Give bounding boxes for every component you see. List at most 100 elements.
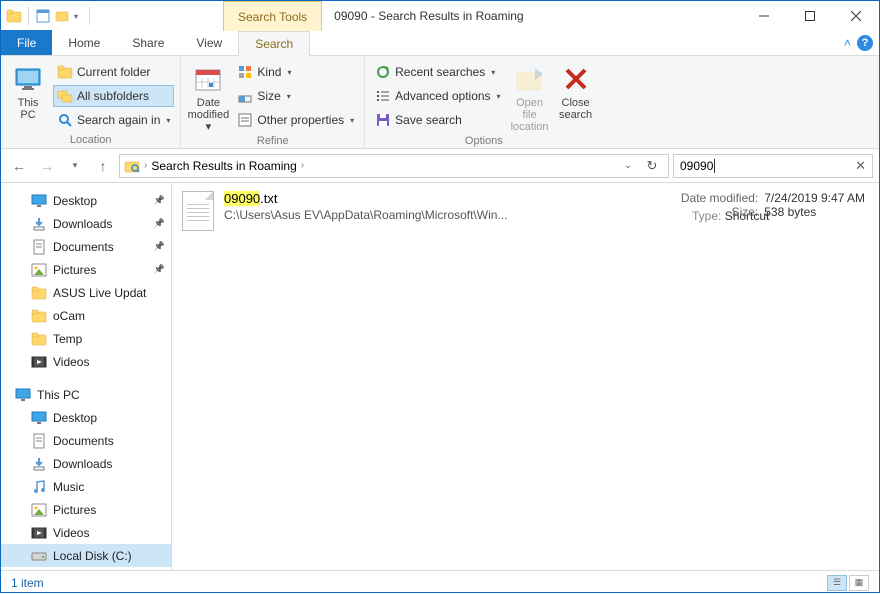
save-icon	[375, 112, 391, 128]
item-count: 1 item	[11, 576, 44, 590]
date-modified-button[interactable]: Date modified▾	[187, 59, 229, 133]
help-icon[interactable]: ?	[857, 35, 873, 51]
tab-view[interactable]: View	[180, 30, 238, 55]
search-input[interactable]: 09090 ✕	[673, 154, 873, 178]
chevron-down-icon: ▾	[491, 68, 495, 77]
tab-home[interactable]: Home	[52, 30, 116, 55]
tree-item[interactable]: Videos	[1, 521, 171, 544]
size-icon	[237, 88, 253, 104]
tree-item[interactable]: Desktop	[1, 189, 171, 212]
properties-icon	[237, 112, 253, 128]
result-metadata: Date modified:7/24/2019 9:47 AM Size:538…	[668, 191, 865, 219]
recent-searches-button[interactable]: Recent searches ▾	[371, 61, 504, 83]
results-pane[interactable]: 09090.txt C:\Users\Asus EV\AppData\Roami…	[172, 183, 879, 570]
address-bar[interactable]: › Search Results in Roaming › ⌄ ↻	[119, 154, 669, 178]
music-icon	[31, 479, 47, 495]
file-icon	[182, 191, 214, 231]
collapse-ribbon-icon[interactable]: ˄	[844, 36, 851, 50]
videos-icon	[31, 525, 47, 541]
size-button[interactable]: Size ▾	[233, 85, 358, 107]
monitor-icon	[12, 63, 44, 95]
tab-search[interactable]: Search	[238, 31, 310, 56]
qat-customize-dropdown[interactable]: ▾	[74, 12, 84, 21]
close-x-icon	[560, 63, 592, 95]
navigation-pane[interactable]: DesktopDownloadsDocumentsPicturesASUS Li…	[1, 183, 172, 570]
chevron-down-icon: ▾	[287, 68, 291, 77]
folder-icon	[31, 285, 47, 301]
explorer-icon[interactable]	[5, 7, 23, 25]
calendar-icon	[192, 63, 224, 95]
minimize-button[interactable]	[741, 1, 787, 31]
tree-item[interactable]: Videos	[1, 350, 171, 373]
drive-icon	[31, 548, 47, 564]
downloads-icon	[31, 216, 47, 232]
title-bar: ▾ Search Tools 09090 - Search Results in…	[1, 1, 879, 31]
quick-access-toolbar: ▾	[1, 1, 97, 31]
folder-arrow-icon	[514, 63, 546, 95]
tree-item-this-pc[interactable]: This PC	[1, 383, 171, 406]
current-folder-button[interactable]: Current folder	[53, 61, 174, 83]
kind-button[interactable]: Kind ▾	[233, 61, 358, 83]
tree-item[interactable]: Pictures	[1, 258, 171, 281]
search-location-icon	[124, 158, 140, 174]
kind-icon	[237, 64, 253, 80]
ribbon-right: ˄ ?	[844, 35, 873, 51]
this-pc-button[interactable]: This PC	[7, 59, 49, 132]
pictures-icon	[31, 502, 47, 518]
tree-item[interactable]: Local Disk (C:)	[1, 544, 171, 567]
view-toggles: ☰ ▦	[827, 575, 869, 591]
chevron-down-icon: ▾	[206, 121, 212, 133]
tree-item[interactable]: Downloads	[1, 452, 171, 475]
status-bar: 1 item ☰ ▦	[1, 570, 879, 594]
tab-share[interactable]: Share	[116, 30, 180, 55]
advanced-options-button[interactable]: Advanced options ▾	[371, 85, 504, 107]
search-icon	[57, 112, 73, 128]
videos-icon	[31, 354, 47, 370]
tab-file[interactable]: File	[1, 30, 52, 55]
group-label: Location	[7, 132, 174, 148]
context-tab-label: Search Tools	[223, 1, 322, 31]
forward-button: →	[35, 154, 59, 178]
details-view-button[interactable]: ☰	[827, 575, 847, 591]
window-controls	[741, 1, 879, 31]
navigation-bar: ← → ▾ ↑ › Search Results in Roaming › ⌄ …	[1, 149, 879, 183]
address-path: Search Results in Roaming	[151, 159, 296, 173]
recent-locations-dropdown[interactable]: ▾	[63, 154, 87, 178]
close-search-button[interactable]: Close search	[555, 59, 597, 133]
tree-item[interactable]: ASUS Live Updat	[1, 281, 171, 304]
back-button[interactable]: ←	[7, 154, 31, 178]
folder-icon	[57, 64, 73, 80]
refresh-button[interactable]: ↻	[640, 158, 664, 174]
maximize-button[interactable]	[787, 1, 833, 31]
tree-item[interactable]: Temp	[1, 327, 171, 350]
tree-item[interactable]: Documents	[1, 235, 171, 258]
all-subfolders-button[interactable]: All subfolders	[53, 85, 174, 107]
tree-item[interactable]: Desktop	[1, 406, 171, 429]
new-folder-icon[interactable]	[54, 7, 72, 25]
tree-item[interactable]: Music	[1, 475, 171, 498]
save-search-button[interactable]: Save search	[371, 109, 504, 131]
properties-icon[interactable]	[34, 7, 52, 25]
clear-search-icon[interactable]: ✕	[855, 158, 866, 174]
address-dropdown[interactable]: ⌄	[620, 160, 636, 171]
separator	[28, 7, 29, 25]
up-button[interactable]: ↑	[91, 154, 115, 178]
search-value: 09090	[680, 159, 713, 173]
chevron-down-icon: ▾	[497, 92, 501, 101]
icons-view-button[interactable]: ▦	[849, 575, 869, 591]
close-button[interactable]	[833, 1, 879, 31]
tree-item[interactable]: Downloads	[1, 212, 171, 235]
ribbon-tabs: File Home Share View Search ˄ ?	[1, 31, 879, 56]
chevron-down-icon: ▾	[350, 116, 354, 125]
documents-icon	[31, 433, 47, 449]
monitor-icon	[15, 387, 31, 403]
search-again-button[interactable]: Search again in ▾	[53, 109, 174, 131]
tree-item[interactable]: Documents	[1, 429, 171, 452]
tree-item[interactable]: oCam	[1, 304, 171, 327]
group-refine: Date modified▾ Kind ▾ Size ▾ Other prope…	[181, 56, 365, 148]
chevron-down-icon: ▾	[166, 116, 170, 125]
other-properties-button[interactable]: Other properties ▾	[233, 109, 358, 131]
chevron-down-icon: ▾	[287, 92, 291, 101]
tree-item[interactable]: Pictures	[1, 498, 171, 521]
downloads-icon	[31, 456, 47, 472]
